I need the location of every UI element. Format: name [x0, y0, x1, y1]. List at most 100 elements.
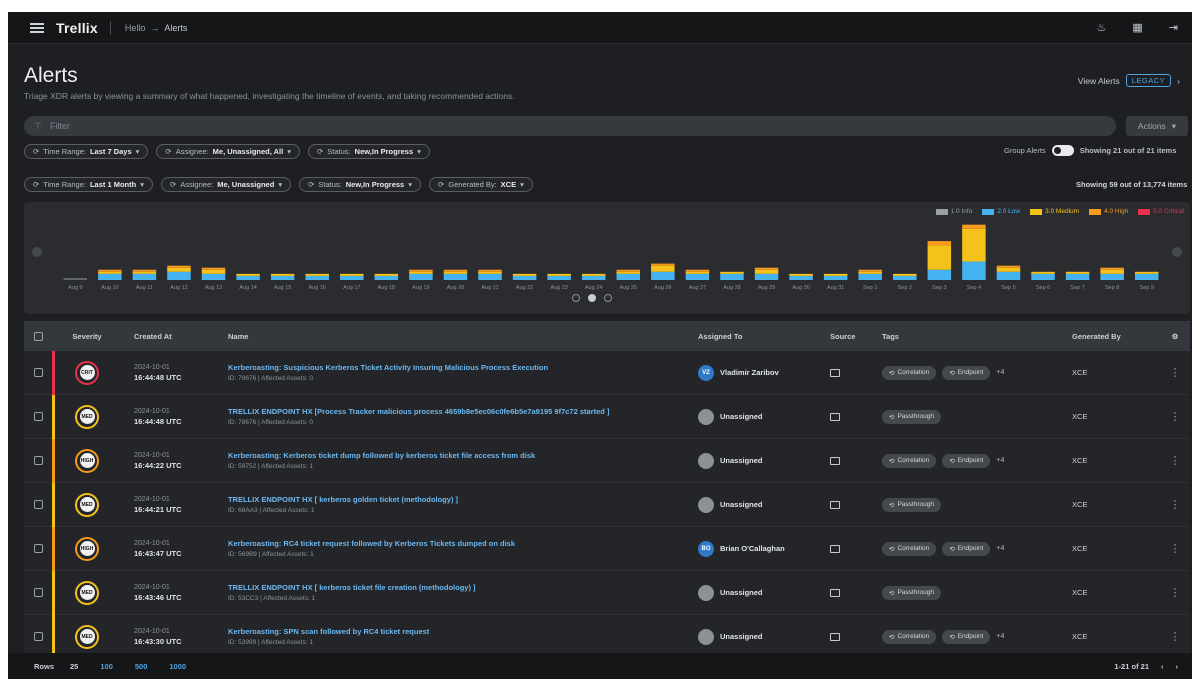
chart-bar-segment[interactable] [409, 271, 433, 274]
chart-bar-segment[interactable] [443, 273, 468, 280]
alert-name-link[interactable]: Kerberoasting: Kerberos ticket dump foll… [228, 451, 684, 460]
chart-bar-segment[interactable] [789, 275, 813, 280]
chart-bar-segment[interactable] [754, 269, 779, 274]
chart-bar-segment[interactable] [962, 228, 986, 262]
assigned-to-cell[interactable]: Unassigned [684, 452, 816, 469]
chart-bar-segment[interactable] [927, 245, 952, 270]
chart-bar-segment[interactable] [512, 275, 537, 280]
assigned-to-cell[interactable]: VZ Vladimir Zaribov [684, 364, 816, 381]
chart-bar-segment[interactable] [236, 273, 260, 276]
chart-bar-segment[interactable] [98, 273, 122, 280]
time-range-filter[interactable]: ⟳ Time Range: Last 7 Days ▾ [24, 144, 149, 159]
table-row[interactable]: MED 2024-10-01 16:44:21 UTC TRELLIX ENDP… [24, 483, 1190, 527]
assigned-to-cell[interactable]: Unassigned [684, 628, 816, 645]
chart-bar-segment[interactable] [374, 275, 399, 280]
next-page-icon[interactable]: › [1176, 662, 1179, 671]
filter-search-bar[interactable]: ⊤ Filter [24, 116, 1116, 136]
assignee-filter[interactable]: ⟳ Assignee: Me, Unassigned ▾ [160, 177, 292, 192]
chart-bar-segment[interactable] [167, 267, 191, 272]
tag-chip[interactable]: ⟲ Passthrough [882, 585, 941, 600]
chart-bar-segment[interactable] [201, 273, 226, 280]
tag-chip[interactable]: ⟲ Passthrough [882, 409, 941, 424]
chart-bar-segment[interactable] [409, 269, 433, 272]
group-alerts-toggle[interactable] [1051, 145, 1074, 156]
chart-bar-segment[interactable] [720, 271, 744, 274]
row-checkbox[interactable] [24, 632, 52, 641]
apps-grid-icon[interactable]: ▦ [1132, 21, 1142, 34]
chart-bar-segment[interactable] [893, 275, 917, 280]
assigned-to-cell[interactable]: Unassigned [684, 584, 816, 601]
chart-bar-segment[interactable] [823, 275, 848, 280]
chart-bar-segment[interactable] [374, 273, 399, 276]
chart-bar-segment[interactable] [167, 265, 191, 268]
chart-bar-segment[interactable] [305, 275, 329, 280]
kebab-menu-icon[interactable]: ⋮ [1160, 410, 1190, 423]
chart-bar-segment[interactable] [685, 269, 710, 272]
alert-name-link[interactable]: TRELLIX ENDPOINT HX [ kerberos golden ti… [228, 495, 684, 504]
tag-chip[interactable]: ⟲ Endpoint [942, 541, 991, 556]
table-row[interactable]: MED 2024-10-01 16:43:30 UTC Kerberoastin… [24, 615, 1190, 653]
assigned-to-cell[interactable]: BO Brian O'Callaghan [684, 540, 816, 557]
col-name[interactable]: Name [218, 332, 684, 341]
chart-bar-segment[interactable] [512, 273, 537, 276]
assignee-filter[interactable]: ⟳ Assignee: Me, Unassigned, All ▾ [156, 144, 300, 159]
chart-bar-segment[interactable] [858, 269, 882, 272]
row-checkbox[interactable] [24, 500, 52, 509]
table-row[interactable]: MED 2024-10-01 16:43:46 UTC TRELLIX ENDP… [24, 571, 1190, 615]
chart-bar-segment[interactable] [858, 271, 882, 274]
tag-chip[interactable]: ⟲ Endpoint [942, 365, 991, 380]
chart-bar-segment[interactable] [996, 267, 1021, 272]
col-generated-by[interactable]: Generated By [1068, 332, 1160, 341]
alert-name-link[interactable]: Kerberoasting: RC4 ticket request follow… [228, 539, 684, 548]
assigned-to-cell[interactable]: Unassigned [684, 496, 816, 513]
rows-option[interactable]: 1000 [169, 662, 186, 671]
kebab-menu-icon[interactable]: ⋮ [1160, 630, 1190, 643]
chart-bar-segment[interactable] [754, 267, 779, 270]
tag-chip[interactable]: ⟲ Passthrough [882, 497, 941, 512]
chart-bar-segment[interactable] [893, 273, 917, 276]
tag-chip[interactable]: ⟲ Correlation [882, 541, 937, 556]
notifications-icon[interactable]: ♨ [1097, 21, 1107, 34]
chart-bar-segment[interactable] [651, 271, 675, 280]
tag-chip[interactable]: ⟲ Correlation [882, 365, 937, 380]
row-checkbox[interactable] [24, 588, 52, 597]
alert-name-link[interactable]: TRELLIX ENDPOINT HX [Process Tracker mal… [228, 407, 684, 416]
tag-chip[interactable]: ⟲ Endpoint [942, 453, 991, 468]
view-alerts-switch[interactable]: View Alerts LEGACY › [1078, 74, 1180, 87]
chart-bar-segment[interactable] [201, 267, 226, 270]
chart-bar-segment[interactable] [616, 273, 641, 280]
chart-bar-segment[interactable] [132, 269, 157, 272]
chart-bar-segment[interactable] [685, 271, 710, 274]
select-all-checkbox[interactable] [24, 331, 52, 341]
chart-bar-segment[interactable] [443, 269, 468, 272]
chart-bar-segment[interactable] [616, 269, 641, 272]
chart-bar-segment[interactable] [1100, 273, 1124, 280]
chart-bar-segment[interactable] [98, 269, 122, 272]
kebab-menu-icon[interactable]: ⋮ [1160, 454, 1190, 467]
tag-chip[interactable]: ⟲ Endpoint [942, 629, 991, 644]
chart-bar-segment[interactable] [1031, 273, 1055, 280]
chart-bar-segment[interactable] [167, 271, 191, 280]
col-created-at[interactable]: Created At [122, 332, 218, 341]
logout-icon[interactable]: ⇥ [1169, 21, 1178, 34]
chart-bar-segment[interactable] [996, 265, 1021, 268]
column-settings-icon[interactable]: ⚙ [1160, 332, 1190, 341]
chart-bar-segment[interactable] [1065, 271, 1090, 274]
chart-bar-segment[interactable] [754, 273, 779, 280]
col-assigned-to[interactable]: Assigned To [684, 332, 816, 341]
col-source[interactable]: Source [816, 332, 878, 341]
menu-icon[interactable] [30, 22, 44, 33]
assigned-to-cell[interactable]: Unassigned [684, 408, 816, 425]
row-checkbox[interactable] [24, 456, 52, 465]
chart-bar-segment[interactable] [547, 273, 571, 276]
chart-bar-segment[interactable] [858, 273, 882, 280]
table-row[interactable]: MED 2024-10-01 16:44:48 UTC TRELLIX ENDP… [24, 395, 1190, 439]
table-row[interactable]: CRIT 2024-10-01 16:44:48 UTC Kerberoasti… [24, 351, 1190, 395]
more-tags[interactable]: +4 [996, 457, 1004, 464]
chart-bar-segment[interactable] [305, 273, 329, 276]
breadcrumb-home[interactable]: Hello [125, 23, 146, 33]
chart-bar-segment[interactable] [547, 275, 571, 280]
tag-chip[interactable]: ⟲ Correlation [882, 453, 937, 468]
chart-bar-segment[interactable] [720, 273, 744, 280]
kebab-menu-icon[interactable]: ⋮ [1160, 366, 1190, 379]
